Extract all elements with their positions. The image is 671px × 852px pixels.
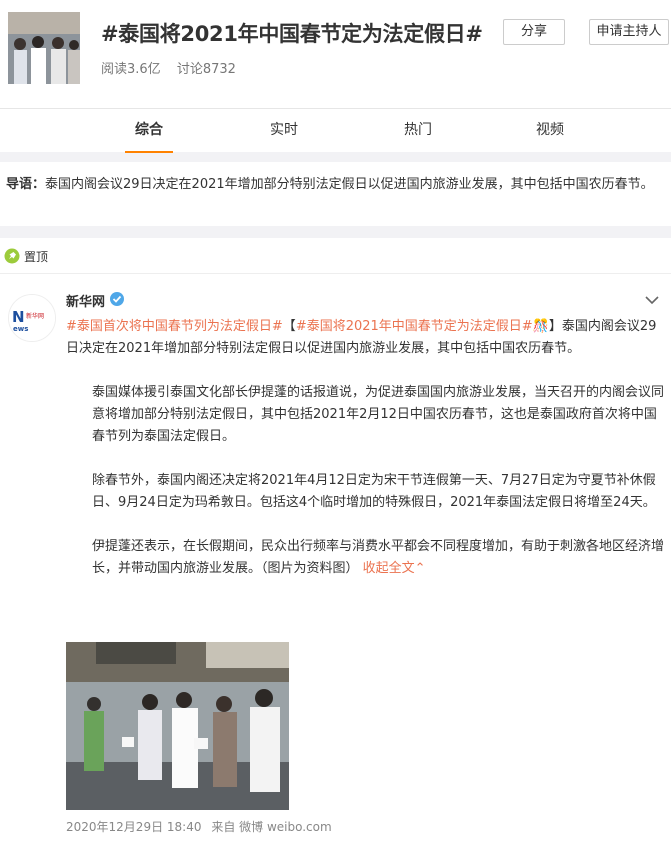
post-paragraph-3: 除春节外，泰国内阁还决定将2021年4月12日定为宋干节连假第一天、7月27日定… [92, 473, 656, 510]
author-name[interactable]: 新华网 [66, 291, 105, 310]
post-image[interactable] [66, 642, 289, 810]
post-body: #泰国首次将中国春节列为法定假日#【#泰国将2021年中国春节定为法定假日#🎊】… [66, 316, 664, 580]
topic-tag-1[interactable]: #泰国首次将中国春节列为法定假日# [66, 319, 283, 334]
tab-comprehensive[interactable]: 综合 [125, 109, 173, 153]
topic-tabs: 综合 实时 热门 视频 [0, 108, 671, 153]
topic-tag-2[interactable]: #泰国将2021年中国春节定为法定假日# [296, 319, 533, 334]
tab-hot[interactable]: 热门 [396, 109, 440, 153]
avatar-brand-text: 新华网 [26, 312, 44, 320]
svg-text:ews: ews [13, 325, 28, 333]
topic-title: #泰国将2021年中国春节定为法定假日# [101, 22, 483, 46]
post-source: 来自 微博 weibo.com [211, 820, 332, 834]
collapse-button[interactable]: 收起全文⌃ [363, 561, 426, 576]
pinned-label: 置顶 [24, 250, 49, 264]
svg-text:N: N [12, 308, 25, 326]
guide-text: 泰国内阁会议29日决定在2021年增加部分特别法定假日以促进国内旅游业发展，其中… [45, 177, 654, 192]
author-avatar[interactable]: N ews 新华网 [8, 294, 56, 342]
chevron-up-icon: ⌃ [414, 561, 426, 576]
post-paragraph-2: 泰国媒体援引泰国文化部长伊提蓬的话报道说，为促进泰国国内旅游业发展，当天召开的内… [92, 385, 665, 444]
pinned-header: 置顶 [0, 238, 671, 274]
bracket-close: 】 [548, 319, 562, 334]
post-time[interactable]: 2020年12月29日 18:40 [66, 820, 201, 834]
post-meta: 2020年12月29日 18:40 来自 微博 weibo.com [66, 818, 338, 835]
guide-prefix: 导语： [6, 177, 46, 192]
tab-realtime[interactable]: 实时 [262, 109, 306, 153]
bracket-open: 【 [282, 319, 296, 334]
topic-cover-image [8, 12, 80, 84]
share-button[interactable]: 分享 [503, 19, 565, 45]
feed: 置顶 N ews 新华网 新华网 #泰国首次将中国春节列为法定假日#【#泰国将2… [0, 238, 671, 852]
topic-guide: 导语：泰国内阁会议29日决定在2021年增加部分特别法定假日以促进国内旅游业发展… [0, 162, 671, 226]
verified-icon [110, 292, 124, 306]
apply-host-button[interactable]: 申请主持人 [589, 19, 669, 45]
topic-header: #泰国将2021年中国春节定为法定假日# 阅读3.6亿 讨论8732 分享 申请… [0, 0, 671, 153]
collapse-label: 收起全文 [362, 561, 415, 576]
discussion-count: 讨论8732 [176, 62, 236, 77]
pin-icon [4, 248, 20, 264]
chevron-down-icon[interactable] [643, 293, 661, 307]
topic-stats: 阅读3.6亿 讨论8732 [101, 58, 248, 77]
post-paragraph-4: 伊提蓬还表示，在长假期间，民众出行频率与消费水平都会不同程度增加，有助于刺激各地… [66, 536, 664, 580]
tab-video[interactable]: 视频 [528, 109, 572, 153]
emoji-icon: 🎊 [532, 319, 549, 334]
read-count: 阅读3.6亿 [101, 62, 161, 77]
post-paragraph-1: #泰国首次将中国春节列为法定假日#【#泰国将2021年中国春节定为法定假日#🎊】… [66, 316, 664, 360]
